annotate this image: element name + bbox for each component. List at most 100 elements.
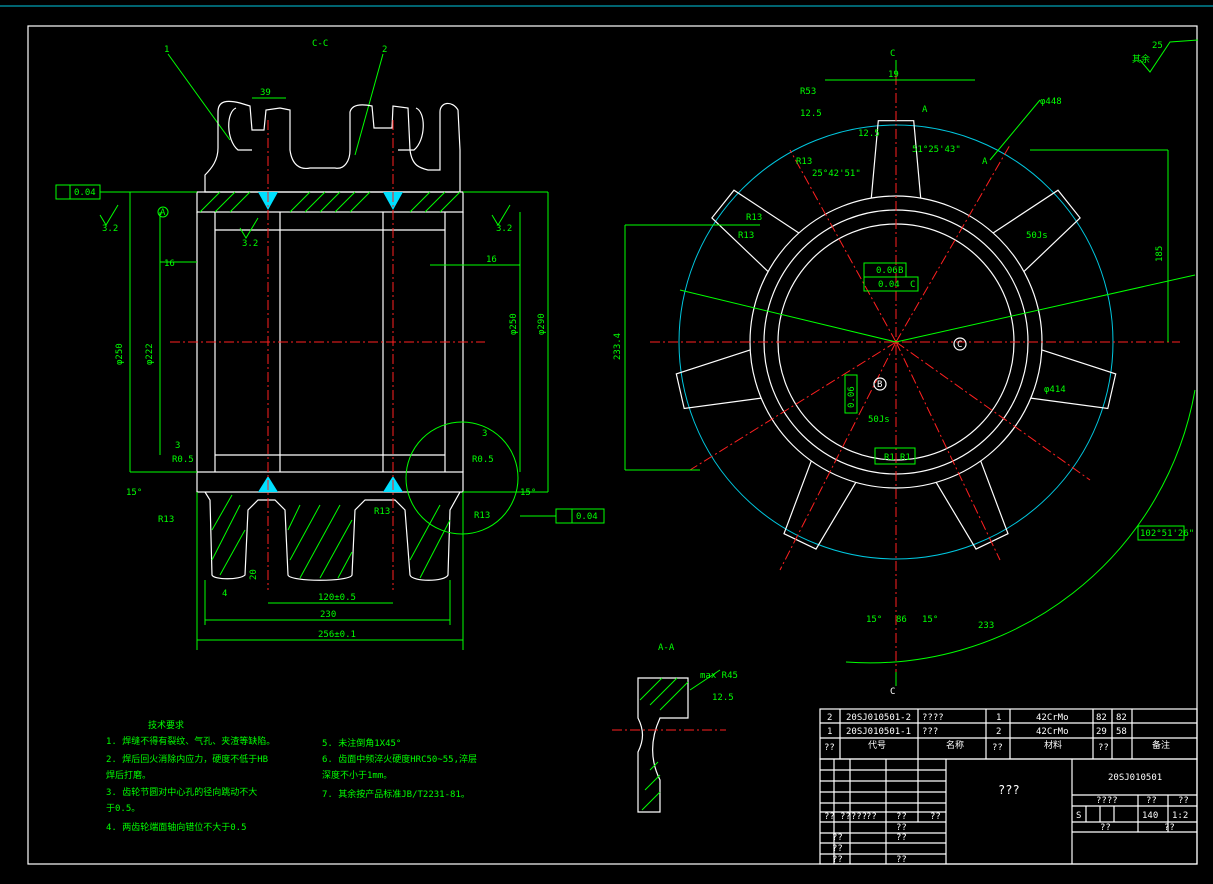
svg-text:42CrMo: 42CrMo (1036, 727, 1069, 737)
svg-text:φ222: φ222 (145, 343, 155, 365)
svg-text:??: ?? (896, 855, 907, 865)
svg-text:233.4: 233.4 (613, 333, 623, 360)
svg-text:C: C (957, 340, 962, 350)
svg-text:R1: R1 (900, 453, 911, 463)
svg-text:185: 185 (1155, 246, 1165, 262)
svg-text:??: ?? (1146, 796, 1157, 806)
svg-text:R0.5: R0.5 (472, 455, 494, 465)
svg-text:2. 焊后回火消除内应力，硬度不低于HB: 2. 焊后回火消除内应力，硬度不低于HB (106, 753, 268, 765)
svg-text:3.2: 3.2 (102, 224, 118, 234)
svg-text:12.5: 12.5 (800, 109, 822, 119)
svg-text:??: ?? (930, 812, 941, 822)
svg-text:256±0.1: 256±0.1 (318, 630, 356, 640)
svg-text:??: ?? (832, 855, 843, 865)
svg-text:C: C (910, 280, 915, 290)
svg-text:????: ???? (1096, 796, 1118, 806)
front-view: C C 19 233.4 185 R53 12.5 12.5 R13 25°42… (613, 39, 1199, 697)
svg-text:φ448: φ448 (1040, 97, 1062, 107)
svg-text:φ250: φ250 (115, 343, 125, 365)
svg-text:B: B (898, 266, 903, 276)
svg-text:R13: R13 (474, 511, 490, 521)
technical-requirements: 技术要求 1. 焊缝不得有裂纹、气孔、夹渣等缺陷。 2. 焊后回火消除内应力，硬… (106, 719, 477, 833)
svg-text:102°51'26": 102°51'26" (1140, 529, 1194, 539)
svg-text:233: 233 (978, 621, 994, 631)
svg-text:16: 16 (164, 259, 175, 269)
svg-text:φ250: φ250 (509, 313, 519, 335)
svg-text:φ414: φ414 (1044, 385, 1066, 395)
svg-text:2: 2 (827, 713, 832, 723)
svg-text:A: A (922, 105, 928, 115)
roughness-label: 其余 (1132, 53, 1150, 65)
detail-view: A-A max R45 12.5 (612, 643, 738, 813)
svg-text:R13: R13 (374, 507, 390, 517)
svg-text:R53: R53 (800, 87, 816, 97)
svg-text:3. 齿轮节圆对中心孔的径向跳动不大: 3. 齿轮节圆对中心孔的径向跳动不大 (106, 786, 257, 798)
svg-text:50Js: 50Js (1026, 231, 1048, 241)
svg-text:0.04: 0.04 (74, 188, 96, 198)
svg-text:2: 2 (996, 727, 1001, 737)
svg-text:20SJ010501-1: 20SJ010501-1 (846, 727, 911, 737)
roughness-value: 25 (1152, 41, 1163, 51)
svg-text:A: A (160, 208, 166, 218)
svg-text:S: S (1076, 811, 1081, 821)
svg-text:????: ???? (922, 713, 944, 723)
part-leader-1: 1 (164, 45, 169, 55)
svg-text:20SJ010501-2: 20SJ010501-2 (846, 713, 911, 723)
sprocket-tooth (675, 349, 762, 410)
svg-text:?????: ????? (840, 812, 867, 822)
svg-text:29: 29 (1096, 727, 1107, 737)
svg-text:??: ?? (896, 812, 907, 822)
svg-text:于0.5。: 于0.5。 (106, 803, 140, 814)
svg-text:??: ?? (896, 833, 907, 843)
svg-text:焊后打磨。: 焊后打磨。 (106, 769, 151, 781)
svg-text:15°: 15° (520, 488, 536, 498)
svg-text:4. 两齿轮端面轴向错位不大于0.5: 4. 两齿轮端面轴向错位不大于0.5 (106, 821, 247, 833)
svg-text:25°42'51": 25°42'51" (812, 169, 861, 179)
front-view-label-bottom: C (890, 687, 895, 697)
sprocket-tooth (711, 189, 800, 273)
svg-text:??: ?? (824, 743, 835, 753)
svg-text:0.04: 0.04 (576, 512, 598, 522)
svg-text:R13: R13 (746, 213, 762, 223)
svg-text:120±0.5: 120±0.5 (318, 593, 356, 603)
svg-text:16: 16 (486, 255, 497, 265)
sprocket-tooth (1030, 349, 1117, 410)
svg-text:0.06: 0.06 (847, 386, 857, 408)
svg-text:4: 4 (222, 589, 227, 599)
section-view-title: C-C (312, 39, 328, 49)
svg-text:7. 其余按产品标准JB/T2231-81。: 7. 其余按产品标准JB/T2231-81。 (322, 788, 470, 800)
svg-text:材料: 材料 (1044, 739, 1062, 751)
part-leader-2: 2 (382, 45, 387, 55)
svg-text:0.04: 0.04 (878, 280, 900, 290)
svg-text:技术要求: 技术要求 (148, 719, 184, 731)
hub-bottom-band (196, 471, 464, 493)
svg-text:B: B (877, 380, 882, 390)
svg-text:R13: R13 (796, 157, 812, 167)
svg-text:19: 19 (888, 70, 899, 80)
svg-text:??: ?? (896, 823, 907, 833)
svg-text:58: 58 (1116, 727, 1127, 737)
svg-text:R13: R13 (738, 231, 754, 241)
svg-text:A: A (982, 157, 988, 167)
svg-text:1: 1 (827, 727, 832, 737)
svg-text:深度不小于1mm。: 深度不小于1mm。 (322, 769, 392, 781)
svg-text:20SJ010501: 20SJ010501 (1108, 773, 1162, 783)
svg-text:R13: R13 (158, 515, 174, 525)
svg-text:??: ?? (1178, 796, 1189, 806)
svg-text:12.5: 12.5 (712, 693, 734, 703)
sprocket-tooth (783, 460, 857, 550)
svg-text:1. 焊缝不得有裂纹、气孔、夹渣等缺陷。: 1. 焊缝不得有裂纹、气孔、夹渣等缺陷。 (106, 735, 275, 747)
svg-text:??: ?? (866, 812, 877, 822)
svg-text:82: 82 (1116, 713, 1127, 723)
parts-list: 2 20SJ010501-2 ???? 1 42CrMo 82 82 1 20S… (819, 708, 1198, 760)
cad-drawing-canvas[interactable]: C-C 1 2 φ250 φ222 16 φ250 φ290 16 39 0.0… (0, 0, 1213, 884)
svg-text:3.2: 3.2 (496, 224, 512, 234)
detail-circle (405, 421, 519, 535)
svg-text:42CrMo: 42CrMo (1036, 713, 1069, 723)
svg-text:R0.5: R0.5 (172, 455, 194, 465)
svg-text:0.06: 0.06 (876, 266, 898, 276)
sprocket-tooth (935, 460, 1009, 550)
svg-text:1: 1 (996, 713, 1001, 723)
svg-text:???: ??? (998, 783, 1020, 797)
svg-text:??: ?? (1164, 823, 1175, 833)
